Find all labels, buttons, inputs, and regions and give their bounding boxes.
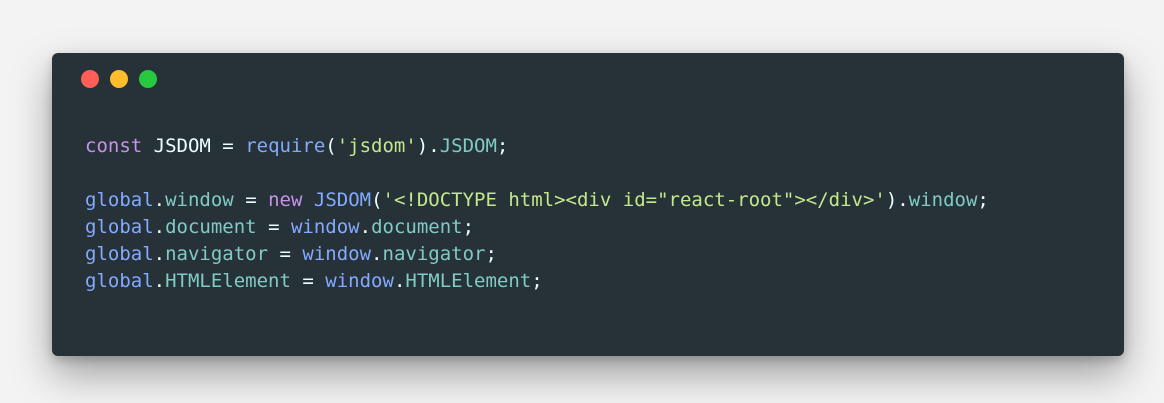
code-token-prop: HTMLElement	[405, 270, 532, 292]
code-token-punct: (	[325, 135, 337, 157]
code-token-prop: window	[908, 189, 978, 211]
minimize-icon[interactable]	[110, 70, 128, 88]
code-token-punct: .	[371, 243, 383, 265]
close-icon[interactable]	[81, 70, 99, 88]
maximize-icon[interactable]	[139, 70, 157, 88]
code-token-punct: .	[153, 216, 166, 238]
code-token-prop: JSDOM	[439, 135, 497, 157]
code-token-punct: .	[393, 270, 406, 292]
code-line: const JSDOM = require('jsdom').JSDOM;	[85, 133, 989, 160]
code-token-op: =	[222, 135, 234, 157]
code-token-punct: ;	[531, 270, 543, 292]
code-token-global: global	[85, 270, 154, 292]
code-token-prop: navigator	[165, 243, 269, 265]
code-token-global: window	[290, 216, 360, 238]
code-token-string: '<!DOCTYPE html><div id="react-root"></d…	[382, 189, 886, 211]
code-token-punct: (	[371, 189, 383, 211]
code-token-punct: .	[153, 270, 166, 292]
code-token-punct: .	[359, 216, 372, 238]
code-token-punct: ).	[416, 135, 440, 157]
code-token-punct: .	[153, 243, 166, 265]
code-token-plain: JSDOM	[142, 135, 223, 157]
code-token-prop: document	[371, 216, 463, 238]
code-token-global: global	[85, 189, 154, 211]
code-token-keyword: const	[85, 135, 143, 157]
code-window: const JSDOM = require('jsdom').JSDOM; glo…	[52, 53, 1124, 356]
code-token-punct: .	[153, 189, 166, 211]
code-line: global.navigator = window.navigator;	[85, 241, 989, 268]
code-line: global.window = new JSDOM('<!DOCTYPE htm…	[85, 187, 989, 214]
code-line: global.document = window.document;	[85, 214, 989, 241]
code-token-global: window	[325, 270, 394, 292]
code-token-punct: ;	[496, 135, 509, 157]
code-token-op: =	[245, 189, 257, 211]
code-token-punct: ;	[485, 243, 497, 265]
code-token-punct: ;	[462, 216, 475, 238]
code-token-keyword: new	[268, 189, 303, 211]
code-token-punct: ;	[977, 189, 989, 211]
code-block: const JSDOM = require('jsdom').JSDOM; glo…	[85, 133, 989, 295]
code-token-global: window	[302, 243, 372, 265]
code-token-prop: window	[165, 189, 234, 211]
code-token-string: 'jsdom'	[336, 135, 417, 157]
code-token-prop: navigator	[382, 243, 486, 265]
code-token-prop: document	[165, 216, 257, 238]
code-token-punct: ).	[885, 189, 909, 211]
code-token-op: =	[279, 243, 291, 265]
code-token-op: =	[268, 216, 280, 238]
code-token-prop: HTMLElement	[165, 270, 291, 292]
code-token-func: require	[245, 135, 326, 157]
code-token-op: =	[302, 270, 314, 292]
code-token-func: JSDOM	[313, 189, 372, 211]
code-token-global: global	[85, 216, 154, 238]
code-line: global.HTMLElement = window.HTMLElement;	[85, 268, 989, 295]
code-token-global: global	[85, 243, 154, 265]
window-controls	[81, 70, 157, 88]
